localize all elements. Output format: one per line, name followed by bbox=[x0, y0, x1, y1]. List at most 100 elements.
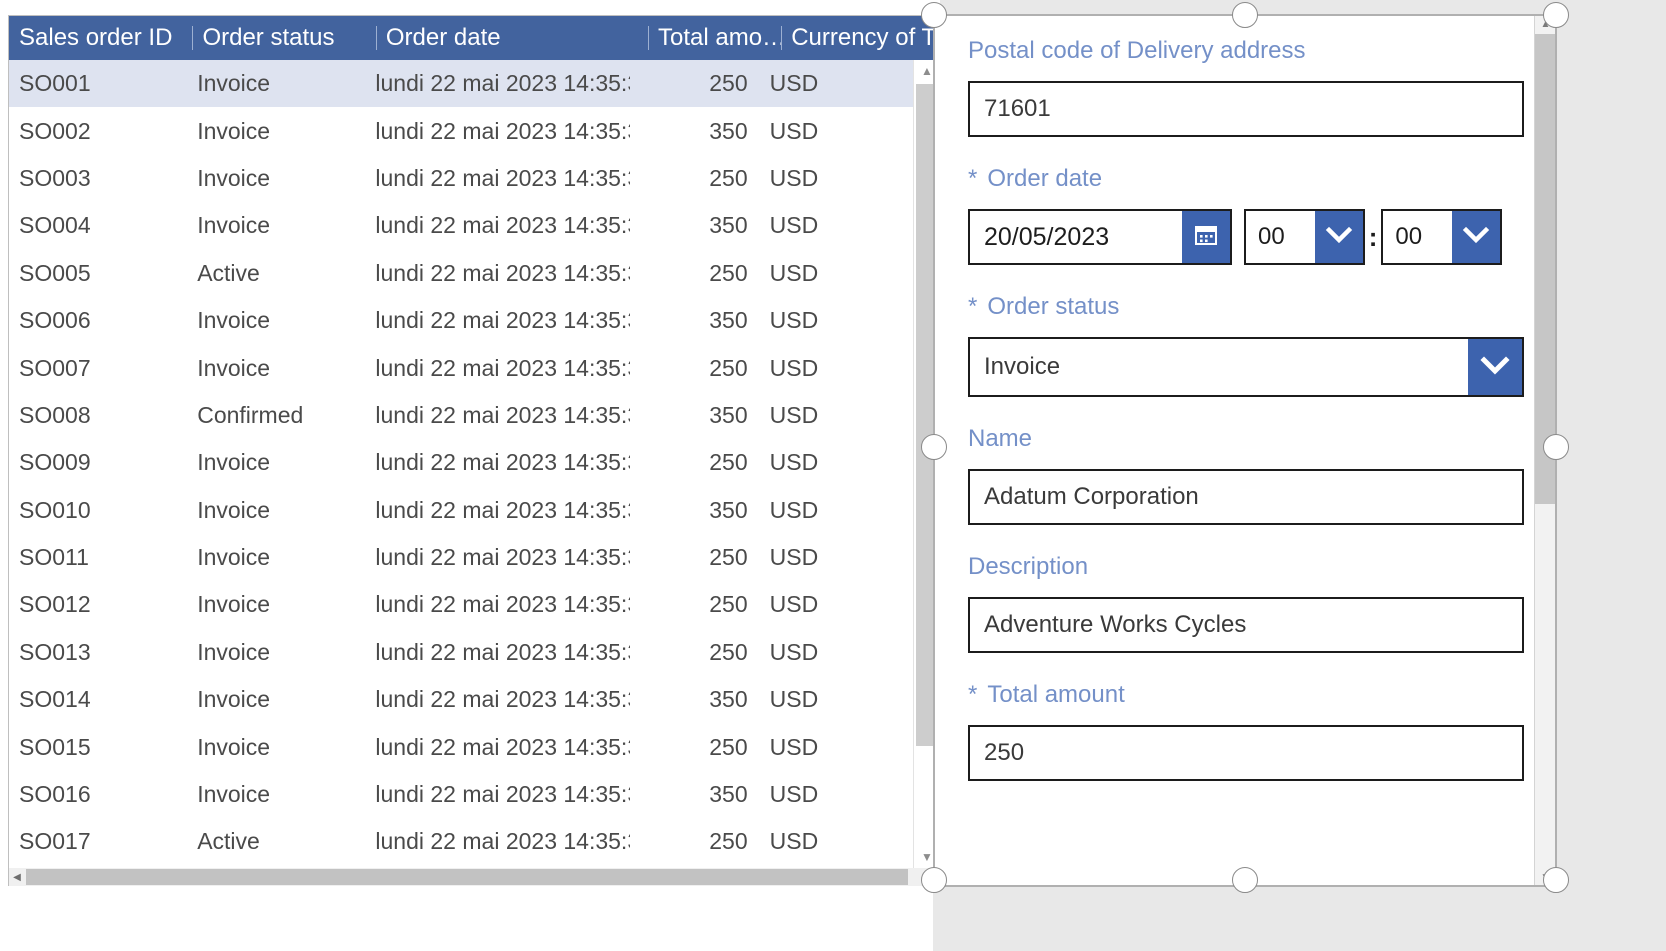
field-name: Name Adatum Corporation bbox=[968, 425, 1502, 525]
cell-currency: USD bbox=[760, 70, 913, 97]
input-name-value: Adatum Corporation bbox=[984, 483, 1199, 511]
order-date-controls: 20/05/2023 bbox=[968, 209, 1502, 265]
column-header-sales-order-id[interactable]: Sales order ID bbox=[9, 26, 192, 50]
cell-currency: USD bbox=[760, 639, 913, 666]
cell-sales-order-id: SO004 bbox=[9, 212, 187, 239]
minute-dropdown-button[interactable] bbox=[1452, 211, 1500, 263]
cell-sales-order-id: SO008 bbox=[9, 402, 187, 429]
cell-total-amount: 350 bbox=[630, 212, 760, 239]
table-row[interactable]: SO017Activelundi 22 mai 2023 14:35:33250… bbox=[9, 818, 913, 865]
cell-order-status: Invoice bbox=[187, 165, 365, 192]
cell-order-date: lundi 22 mai 2023 14:35:33 bbox=[365, 165, 629, 192]
cell-currency: USD bbox=[760, 544, 913, 571]
required-asterisk-order-status: * bbox=[968, 293, 977, 321]
table-row[interactable]: SO005Activelundi 22 mai 2023 14:35:33250… bbox=[9, 250, 913, 297]
label-order-date: * Order date bbox=[968, 165, 1502, 193]
cell-sales-order-id: SO002 bbox=[9, 118, 187, 145]
column-header-order-date[interactable]: Order date bbox=[376, 26, 648, 50]
cell-sales-order-id: SO014 bbox=[9, 686, 187, 713]
field-order-date: * Order date 20/05/2023 bbox=[968, 165, 1502, 265]
label-postal-code-text: Postal code of Delivery address bbox=[968, 37, 1306, 65]
cell-order-date: lundi 22 mai 2023 14:35:33 bbox=[365, 591, 629, 618]
cell-sales-order-id: SO005 bbox=[9, 260, 187, 287]
table-row[interactable]: SO002Invoicelundi 22 mai 2023 14:35:3335… bbox=[9, 107, 913, 154]
table-row[interactable]: SO013Invoicelundi 22 mai 2023 14:35:3325… bbox=[9, 629, 913, 676]
select-order-hour[interactable]: 00 bbox=[1244, 209, 1365, 265]
cell-currency: USD bbox=[760, 212, 913, 239]
cell-order-date: lundi 22 mai 2023 14:35:33 bbox=[365, 70, 629, 97]
cell-order-date: lundi 22 mai 2023 14:35:33 bbox=[365, 497, 629, 524]
resize-handle-bottom-center[interactable] bbox=[1232, 867, 1258, 893]
scroll-left-arrow-icon[interactable]: ◀ bbox=[9, 868, 25, 886]
table-row[interactable]: SO016Invoicelundi 22 mai 2023 14:35:3335… bbox=[9, 771, 913, 818]
select-order-status-value: Invoice bbox=[970, 339, 1468, 395]
table-row[interactable]: SO011Invoicelundi 22 mai 2023 14:35:3325… bbox=[9, 534, 913, 581]
canvas-below-form bbox=[933, 887, 1557, 951]
cell-order-status: Invoice bbox=[187, 686, 365, 713]
cell-currency: USD bbox=[760, 591, 913, 618]
cell-sales-order-id: SO007 bbox=[9, 355, 187, 382]
cell-sales-order-id: SO016 bbox=[9, 781, 187, 808]
cell-order-status: Invoice bbox=[187, 355, 365, 382]
table-row[interactable]: SO003Invoicelundi 22 mai 2023 14:35:3325… bbox=[9, 155, 913, 202]
column-header-order-status[interactable]: Order status bbox=[192, 26, 375, 50]
cell-currency: USD bbox=[760, 402, 913, 429]
input-name[interactable]: Adatum Corporation bbox=[968, 469, 1524, 525]
resize-handle-top-center[interactable] bbox=[1232, 2, 1258, 28]
cell-order-status: Invoice bbox=[187, 70, 365, 97]
table-row[interactable]: SO007Invoicelundi 22 mai 2023 14:35:3325… bbox=[9, 344, 913, 391]
resize-handle-top-left[interactable] bbox=[921, 2, 947, 28]
cell-currency: USD bbox=[760, 449, 913, 476]
resize-handle-top-right[interactable] bbox=[1543, 2, 1569, 28]
input-order-date[interactable]: 20/05/2023 bbox=[968, 209, 1232, 265]
cell-order-status: Active bbox=[187, 828, 365, 855]
resize-handle-bottom-right[interactable] bbox=[1543, 867, 1569, 893]
table-row[interactable]: SO014Invoicelundi 22 mai 2023 14:35:3335… bbox=[9, 676, 913, 723]
table-row[interactable]: SO010Invoicelundi 22 mai 2023 14:35:3335… bbox=[9, 487, 913, 534]
cell-order-status: Invoice bbox=[187, 781, 365, 808]
cell-order-date: lundi 22 mai 2023 14:35:33 bbox=[365, 449, 629, 476]
chevron-down-icon bbox=[1461, 225, 1491, 250]
label-order-status-text: Order status bbox=[987, 293, 1119, 321]
grid-rows-container: SO001Invoicelundi 22 mai 2023 14:35:3325… bbox=[9, 60, 913, 868]
table-row[interactable]: SO012Invoicelundi 22 mai 2023 14:35:3325… bbox=[9, 581, 913, 628]
cell-order-date: lundi 22 mai 2023 14:35:33 bbox=[365, 734, 629, 761]
resize-handle-bottom-left[interactable] bbox=[921, 867, 947, 893]
input-description[interactable]: Adventure Works Cycles bbox=[968, 597, 1524, 653]
select-order-status[interactable]: Invoice bbox=[968, 337, 1524, 397]
table-row[interactable]: SO008Confirmedlundi 22 mai 2023 14:35:33… bbox=[9, 392, 913, 439]
table-row[interactable]: SO001Invoicelundi 22 mai 2023 14:35:3325… bbox=[9, 60, 913, 107]
input-postal-code[interactable]: 71601 bbox=[968, 81, 1524, 137]
input-order-date-value: 20/05/2023 bbox=[970, 211, 1182, 263]
table-row[interactable]: SO009Invoicelundi 22 mai 2023 14:35:3325… bbox=[9, 439, 913, 486]
grid-hscroll-thumb[interactable] bbox=[26, 869, 908, 885]
cell-order-date: lundi 22 mai 2023 14:35:33 bbox=[365, 639, 629, 666]
time-separator: : bbox=[1369, 222, 1378, 253]
app-canvas: Sales order ID Order status Order date T… bbox=[0, 0, 1666, 951]
cell-order-status: Invoice bbox=[187, 118, 365, 145]
cell-total-amount: 250 bbox=[630, 449, 760, 476]
resize-handle-middle-left[interactable] bbox=[921, 434, 947, 460]
select-order-minute[interactable]: 00 bbox=[1381, 209, 1502, 265]
calendar-picker-button[interactable] bbox=[1182, 211, 1230, 263]
table-row[interactable]: SO006Invoicelundi 22 mai 2023 14:35:3335… bbox=[9, 297, 913, 344]
order-status-dropdown-button[interactable] bbox=[1468, 339, 1522, 395]
cell-total-amount: 350 bbox=[630, 497, 760, 524]
grid-horizontal-scrollbar[interactable]: ◀ ▶ bbox=[9, 868, 939, 886]
table-row[interactable]: SO004Invoicelundi 22 mai 2023 14:35:3335… bbox=[9, 202, 913, 249]
cell-order-date: lundi 22 mai 2023 14:35:33 bbox=[365, 307, 629, 334]
table-row[interactable]: SO015Invoicelundi 22 mai 2023 14:35:3325… bbox=[9, 723, 913, 770]
label-description: Description bbox=[968, 553, 1502, 581]
resize-handle-middle-right[interactable] bbox=[1543, 434, 1569, 460]
cell-sales-order-id: SO013 bbox=[9, 639, 187, 666]
input-total-amount[interactable]: 250 bbox=[968, 725, 1524, 781]
cell-currency: USD bbox=[760, 828, 913, 855]
column-header-total-amount[interactable]: Total amo… bbox=[648, 26, 781, 50]
cell-total-amount: 350 bbox=[630, 686, 760, 713]
cell-currency: USD bbox=[760, 118, 913, 145]
cell-order-status: Invoice bbox=[187, 212, 365, 239]
cell-order-status: Invoice bbox=[187, 307, 365, 334]
column-header-currency[interactable]: Currency of T bbox=[781, 26, 939, 50]
hour-dropdown-button[interactable] bbox=[1315, 211, 1363, 263]
label-order-date-text: Order date bbox=[987, 165, 1102, 193]
